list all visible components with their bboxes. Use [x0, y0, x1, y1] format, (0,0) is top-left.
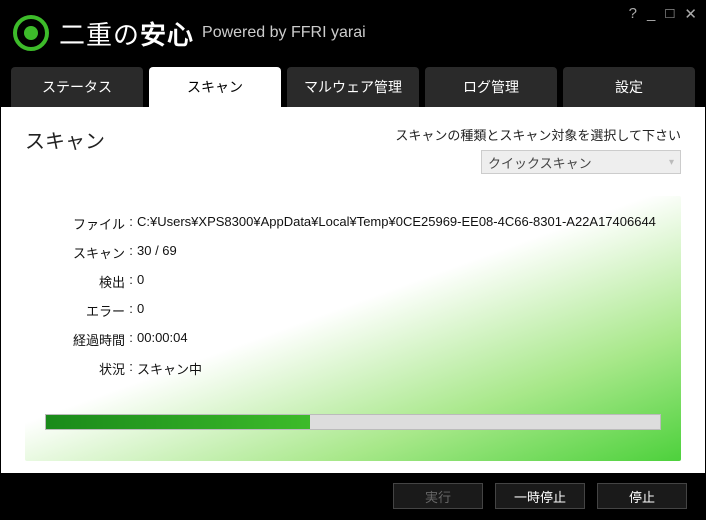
app-title-bold: 安心	[140, 20, 194, 50]
label-scan: スキャン	[45, 243, 125, 262]
value-error: 0	[137, 301, 661, 320]
scan-options: スキャンの種類とスキャン対象を選択して下さい クイックスキャン ▾	[395, 125, 681, 174]
instruction-text: スキャンの種類とスキャン対象を選択して下さい	[395, 125, 681, 144]
progress-bar	[45, 414, 661, 430]
scan-info-table: ファイル : C:¥Users¥XPS8300¥AppData¥Local¥Te…	[45, 214, 661, 378]
tab-log[interactable]: ログ管理	[425, 67, 557, 107]
help-icon[interactable]: ?	[629, 5, 637, 23]
app-logo-icon	[13, 15, 49, 51]
page-title: スキャン	[25, 125, 105, 154]
close-icon[interactable]: ✕	[684, 5, 697, 23]
tab-settings[interactable]: 設定	[563, 67, 695, 107]
label-status: 状況	[45, 359, 125, 378]
window-controls: ? _ □ ✕	[629, 5, 697, 23]
tab-bar: ステータス スキャン マルウェア管理 ログ管理 設定	[1, 65, 705, 107]
minimize-icon[interactable]: _	[647, 5, 655, 23]
tab-status[interactable]: ステータス	[11, 67, 143, 107]
content-area: スキャン スキャンの種類とスキャン対象を選択して下さい クイックスキャン ▾ フ…	[1, 107, 705, 473]
label-detect: 検出	[45, 272, 125, 291]
app-title-prefix: 二重の	[59, 20, 140, 50]
scan-type-select[interactable]: クイックスキャン ▾	[481, 150, 681, 174]
value-detect: 0	[137, 272, 661, 291]
scan-panel: ファイル : C:¥Users¥XPS8300¥AppData¥Local¥Te…	[25, 196, 681, 461]
label-elapsed: 経過時間	[45, 330, 125, 349]
value-elapsed: 00:00:04	[137, 330, 661, 349]
tab-scan[interactable]: スキャン	[149, 67, 281, 107]
content-header: スキャン スキャンの種類とスキャン対象を選択して下さい クイックスキャン ▾	[25, 125, 681, 174]
value-scan: 30 / 69	[137, 243, 661, 262]
label-file: ファイル	[45, 214, 125, 233]
app-window: 二重の安心 Powered by FFRI yarai ? _ □ ✕ ステータ…	[0, 0, 706, 520]
maximize-icon[interactable]: □	[665, 5, 674, 23]
app-title: 二重の安心	[59, 15, 194, 52]
chevron-down-icon: ▾	[669, 157, 674, 168]
execute-button: 実行	[393, 483, 483, 509]
stop-button[interactable]: 停止	[597, 483, 687, 509]
tab-malware[interactable]: マルウェア管理	[287, 67, 419, 107]
progress-fill	[46, 415, 310, 429]
scan-type-value: クイックスキャン	[488, 153, 592, 172]
label-error: エラー	[45, 301, 125, 320]
titlebar: 二重の安心 Powered by FFRI yarai ? _ □ ✕	[1, 1, 705, 65]
action-bar: 実行 一時停止 停止	[1, 473, 705, 519]
powered-by-text: Powered by FFRI yarai	[202, 24, 366, 42]
value-file: C:¥Users¥XPS8300¥AppData¥Local¥Temp¥0CE2…	[137, 214, 661, 233]
pause-button[interactable]: 一時停止	[495, 483, 585, 509]
value-status: スキャン中	[137, 359, 661, 378]
